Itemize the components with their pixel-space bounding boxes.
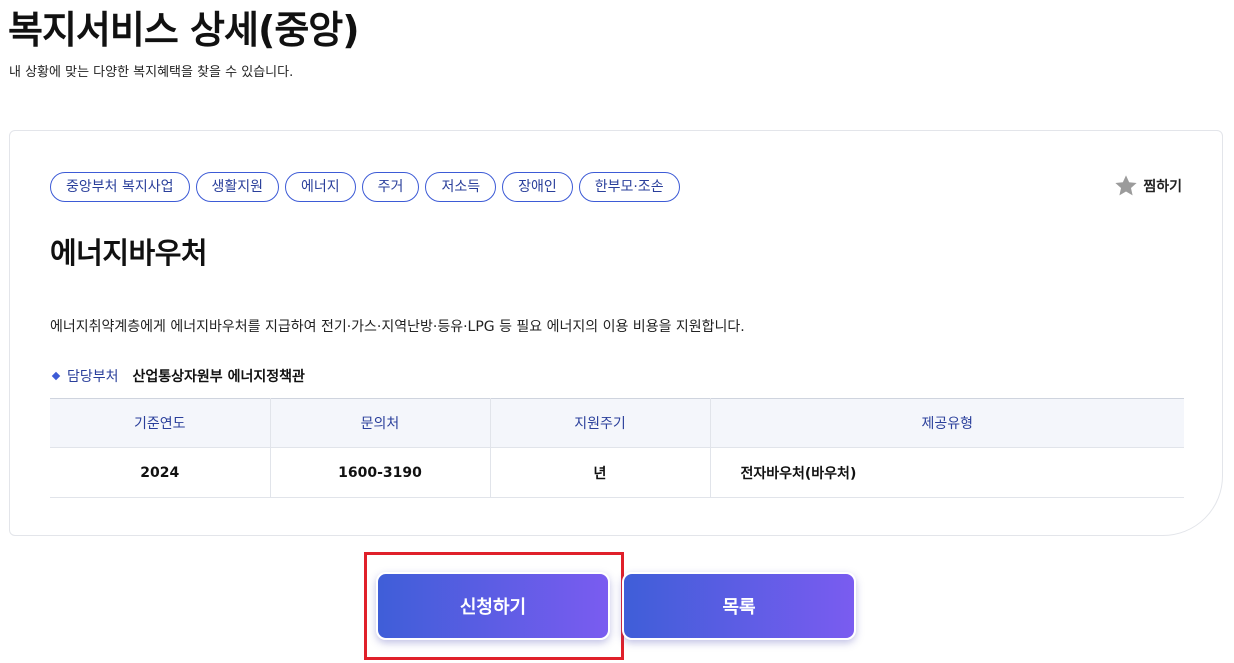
department-label: 담당부처: [67, 369, 119, 385]
header-support-cycle: 지원주기: [490, 398, 711, 448]
cell-base-year: 2024: [50, 447, 271, 498]
tag-single-parent[interactable]: 한부모·조손: [578, 172, 680, 202]
tag-housing[interactable]: 주거: [361, 172, 420, 202]
service-title: 에너지바우처: [50, 236, 208, 270]
page-title: 복지서비스 상세(중앙): [8, 8, 360, 52]
department-info: 담당부처 산업통상자원부 에너지정책관: [50, 366, 305, 386]
tag-central-welfare[interactable]: 중앙부처 복지사업: [50, 172, 190, 202]
apply-button[interactable]: 신청하기: [376, 572, 610, 640]
cell-support-cycle: 년: [490, 447, 711, 498]
tag-list: 중앙부처 복지사업 생활지원 에너지 주거 저소득 장애인 한부모·조손: [50, 172, 680, 202]
department-value: 산업통상자원부 에너지정책관: [132, 369, 305, 385]
header-base-year: 기준연도: [50, 398, 271, 448]
diamond-bullet-icon: [51, 371, 61, 381]
star-icon: [1115, 175, 1137, 196]
header-contact: 문의처: [270, 398, 491, 448]
list-button[interactable]: 목록: [622, 572, 856, 640]
header-provision-type: 제공유형: [710, 398, 1184, 448]
cell-provision-type: 전자바우처(바우처): [710, 447, 1184, 498]
tag-disabled[interactable]: 장애인: [502, 172, 573, 202]
tag-living-support[interactable]: 생활지원: [195, 172, 280, 202]
cell-contact: 1600-3190: [270, 447, 491, 498]
table-row: 2024 1600-3190 년 전자바우처(바우처): [50, 447, 1184, 498]
bookmark-label: 찜하기: [1143, 179, 1182, 195]
tag-energy[interactable]: 에너지: [285, 172, 356, 202]
tag-low-income[interactable]: 저소득: [425, 172, 497, 202]
bookmark-button[interactable]: 찜하기: [1113, 173, 1182, 199]
service-info-table: 기준연도 문의처 지원주기 제공유형 2024 1600-3190 년 전자바우…: [50, 398, 1184, 498]
service-description: 에너지취약계층에게 에너지바우처를 지급하여 전기·가스·지역난방·등유·LPG…: [50, 319, 745, 335]
service-detail-card: 중앙부처 복지사업 생활지원 에너지 주거 저소득 장애인 한부모·조손 찜하기…: [9, 130, 1223, 536]
page-subtitle: 내 상황에 맞는 다양한 복지혜택을 찾을 수 있습니다.: [9, 65, 294, 80]
table-header-row: 기준연도 문의처 지원주기 제공유형: [50, 398, 1184, 448]
